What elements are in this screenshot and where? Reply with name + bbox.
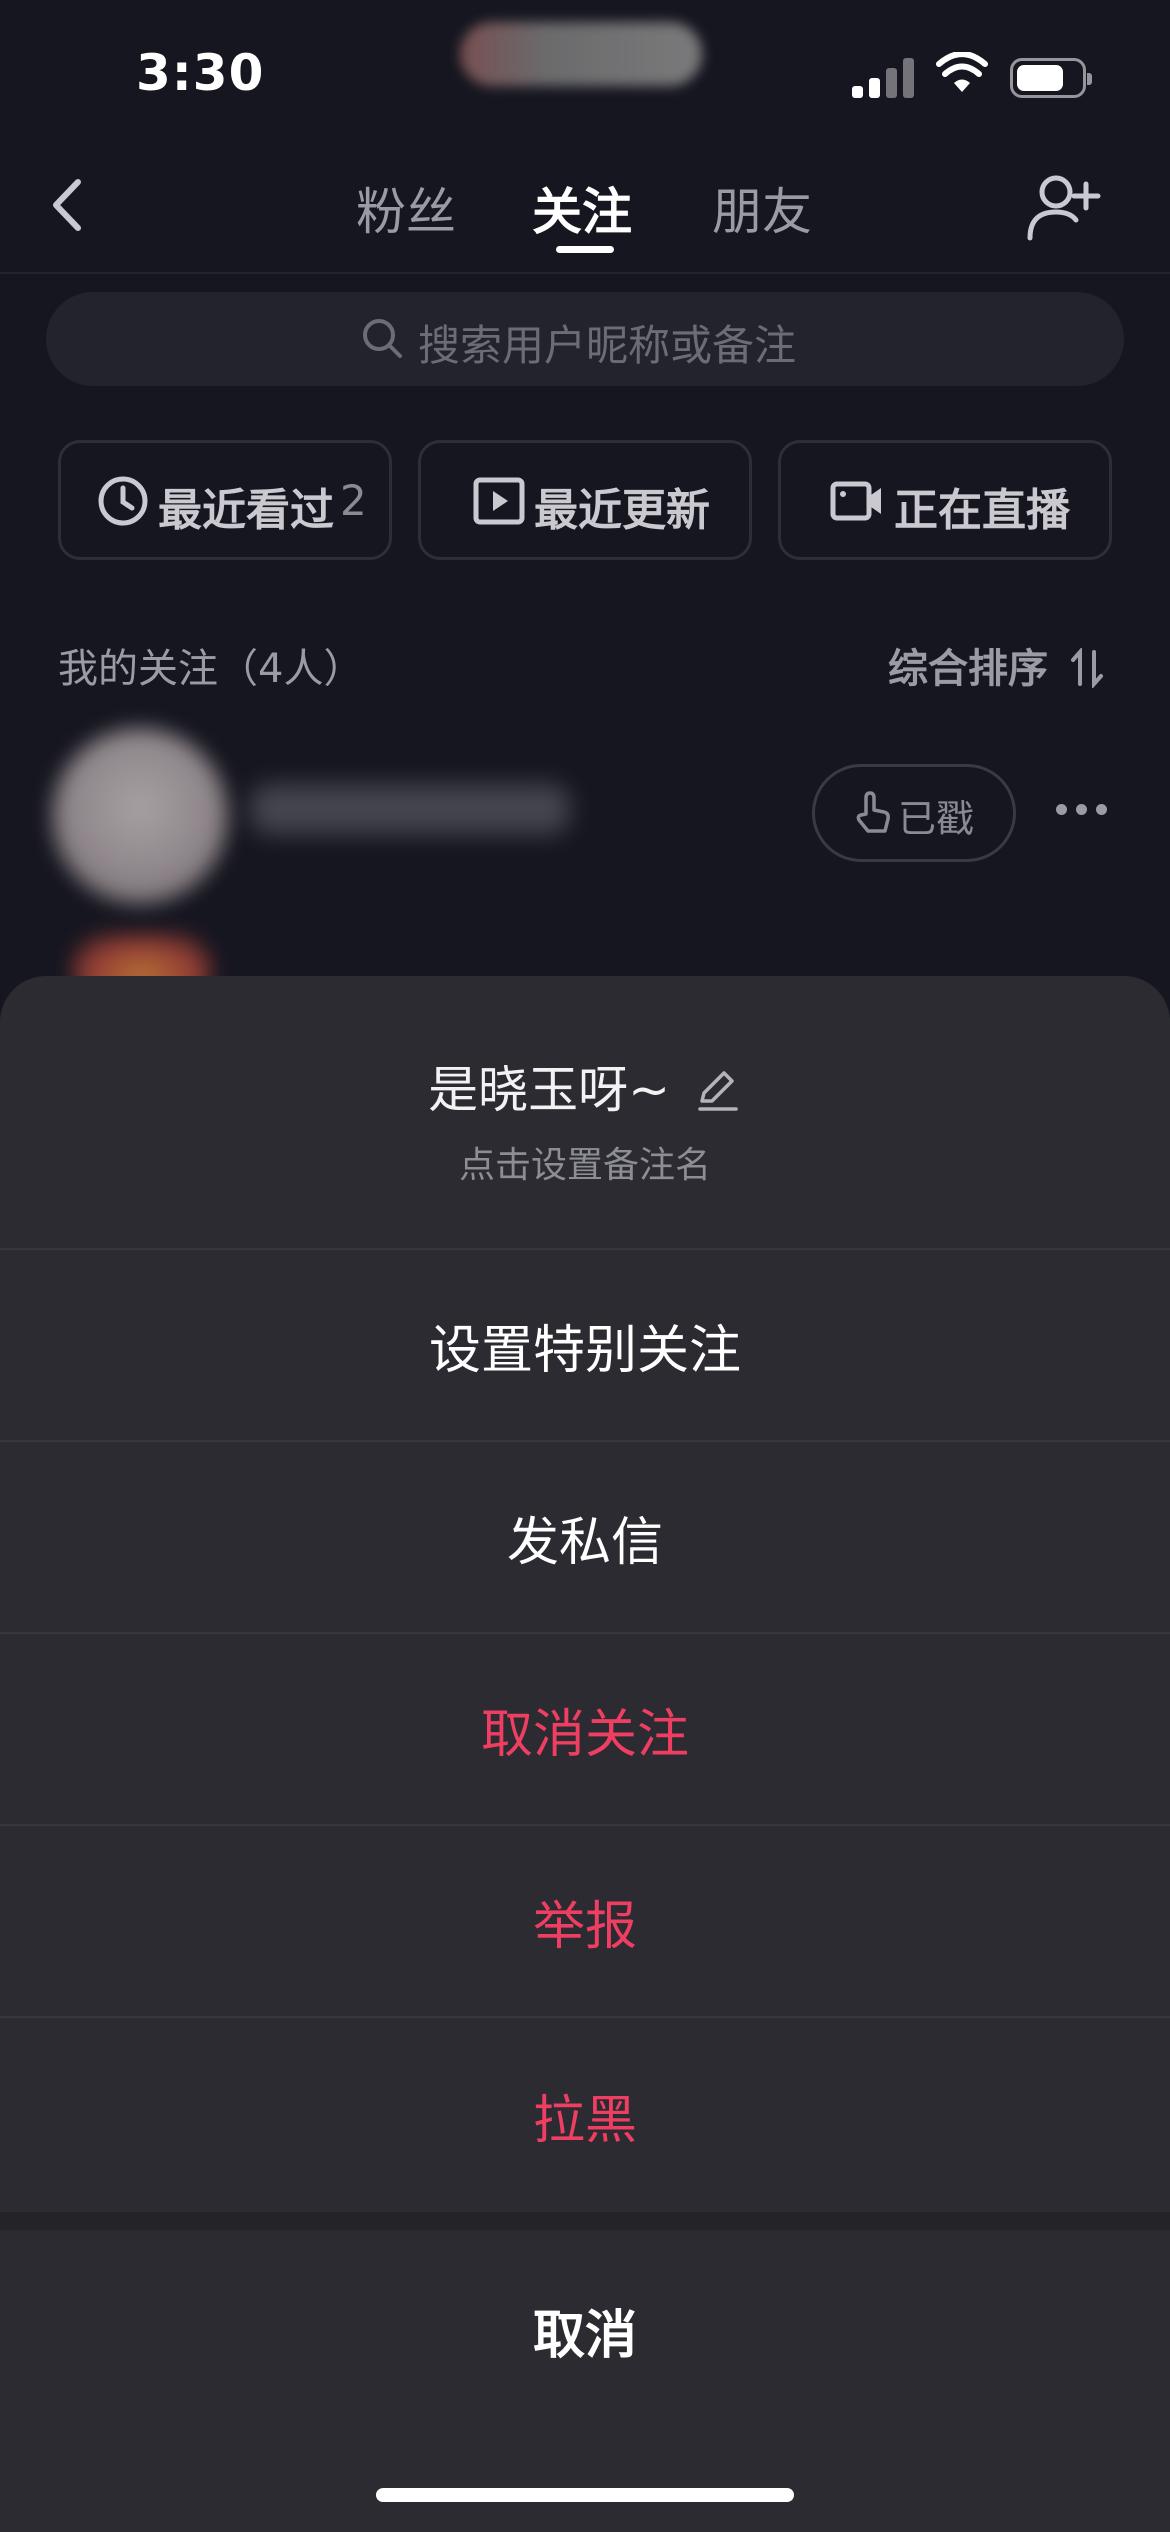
back-chevron-icon[interactable] bbox=[40, 170, 100, 240]
sheet-user-name: 是晓玉呀~ bbox=[428, 1061, 670, 1119]
poke-finger-icon bbox=[856, 791, 890, 833]
followed-label: 已戳 bbox=[898, 797, 975, 841]
special-follow-button[interactable]: 设置特别关注 bbox=[0, 1248, 1170, 1440]
tab-fans[interactable]: 粉丝 bbox=[356, 172, 456, 244]
search-icon bbox=[363, 319, 402, 358]
dynamic-island bbox=[460, 22, 702, 86]
filter-recently-viewed-count: 2 bbox=[340, 476, 367, 525]
more-options-icon[interactable] bbox=[1056, 800, 1110, 822]
battery-icon bbox=[1010, 58, 1092, 98]
user-name-blurred[interactable] bbox=[250, 784, 570, 834]
status-time: 3:30 bbox=[136, 44, 265, 102]
active-tab-indicator bbox=[556, 246, 614, 253]
status-bar: 3:30 bbox=[0, 0, 1170, 150]
set-remark-hint[interactable]: 点击设置备注名 bbox=[0, 1136, 1170, 1188]
search-placeholder: 搜索用户昵称或备注 bbox=[418, 321, 797, 370]
home-indicator[interactable] bbox=[376, 2488, 794, 2502]
sort-label: 综合排序 bbox=[888, 646, 1048, 692]
cancel-button[interactable]: 取消 bbox=[0, 2230, 1170, 2430]
tab-friends[interactable]: 朋友 bbox=[712, 172, 812, 244]
sheet-separator bbox=[0, 2212, 1170, 2230]
sort-arrows-icon bbox=[1070, 646, 1103, 690]
cellular-signal-icon bbox=[852, 58, 914, 98]
add-user-icon[interactable] bbox=[1024, 168, 1104, 244]
send-message-button[interactable]: 发私信 bbox=[0, 1440, 1170, 1632]
following-count-title: 我的关注（4人） bbox=[58, 646, 364, 692]
tab-following[interactable]: 关注 bbox=[532, 172, 632, 244]
sheet-user-name-row[interactable]: 是晓玉呀~ bbox=[0, 1050, 1170, 1122]
avatar[interactable] bbox=[52, 728, 228, 904]
pencil-icon[interactable] bbox=[694, 1065, 742, 1113]
unfollow-button[interactable]: 取消关注 bbox=[0, 1632, 1170, 1824]
filter-live-now-label: 正在直播 bbox=[894, 485, 1070, 536]
sort-button[interactable]: 综合排序 bbox=[888, 636, 1104, 694]
clock-icon bbox=[98, 476, 148, 526]
filter-recently-viewed-label: 最近看过 bbox=[158, 485, 334, 536]
play-square-icon bbox=[473, 477, 525, 525]
block-button[interactable]: 拉黑 bbox=[0, 2016, 1170, 2212]
nav-divider bbox=[0, 272, 1170, 274]
wifi-icon bbox=[936, 52, 988, 92]
report-button[interactable]: 举报 bbox=[0, 1824, 1170, 2016]
video-camera-icon bbox=[830, 481, 881, 521]
filter-recently-updated-label: 最近更新 bbox=[534, 485, 710, 536]
